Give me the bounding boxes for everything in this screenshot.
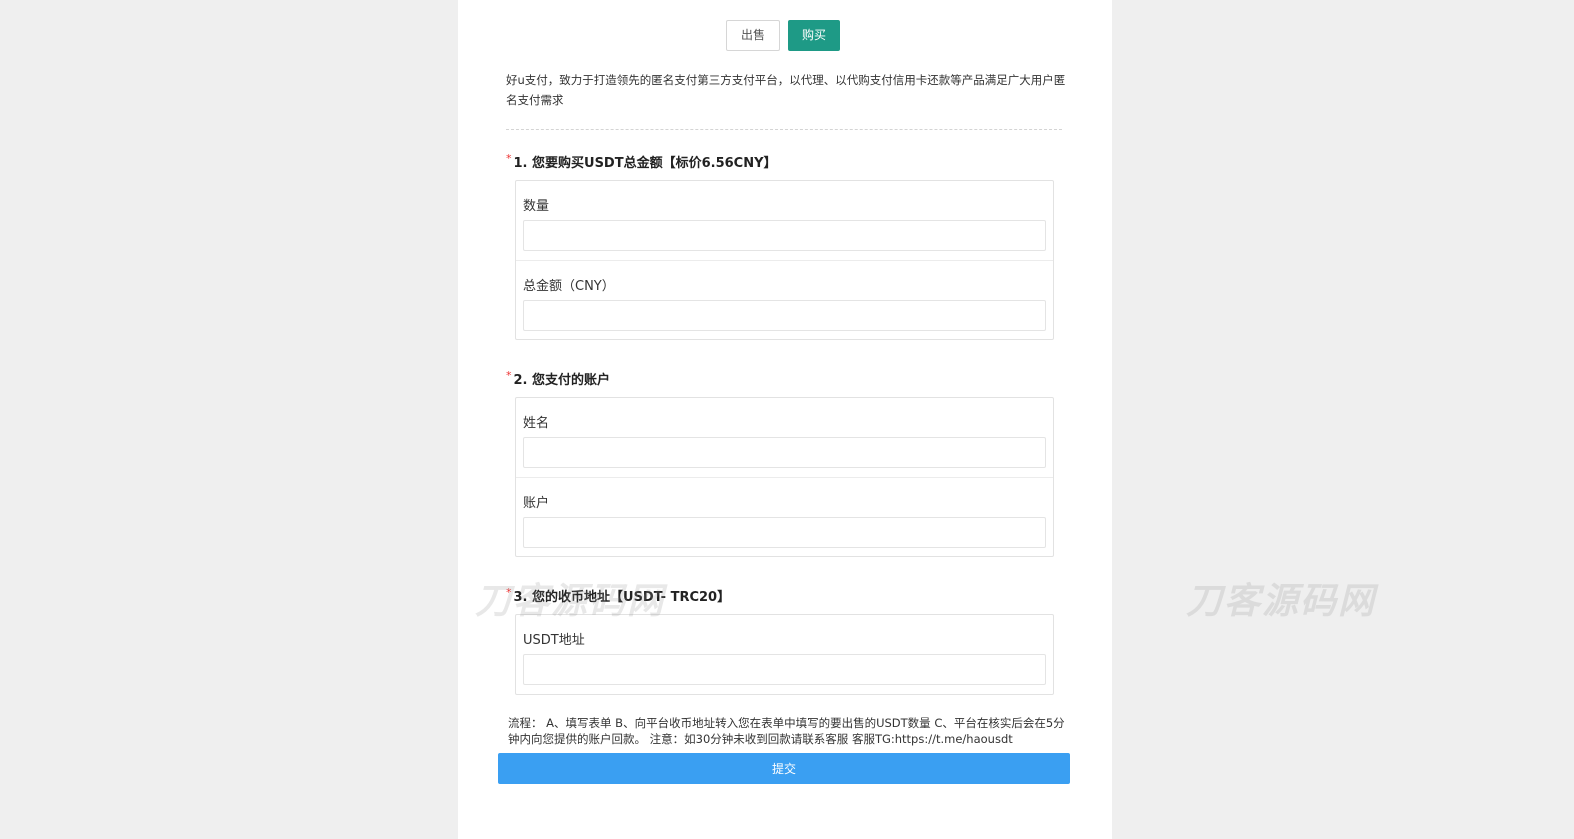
question-2-group: 姓名 账户 <box>515 397 1054 557</box>
tab-buy[interactable]: 购买 <box>788 20 840 51</box>
question-2-title: * 2. 您支付的账户 <box>506 369 610 388</box>
required-star: * <box>506 369 512 382</box>
question-3-title: * 3. 您的收币地址【USDT- TRC20】 <box>506 586 730 605</box>
account-input[interactable] <box>523 517 1046 548</box>
field-label: 总金额（CNY） <box>523 279 615 294</box>
field-usdt-address: USDT地址 <box>516 615 1053 694</box>
field-name: 姓名 <box>516 398 1053 477</box>
question-3-text: 3. 您的收币地址【USDT- TRC20】 <box>513 590 731 605</box>
field-total-amount: 总金额（CNY） <box>516 260 1053 339</box>
process-note: 流程： A、填写表单 B、向平台收币地址转入您在表单中填写的要出售的USDT数量… <box>508 716 1065 746</box>
submit-button[interactable]: 提交 <box>498 753 1070 784</box>
intro-text: 好u支付，致力于打造领先的匿名支付第三方支付平台，以代理、以代购支付信用卡还款等… <box>506 73 1066 107</box>
question-1-title: * 1. 您要购买USDT总金额【标价6.56CNY】 <box>506 152 777 171</box>
required-star: * <box>506 586 512 599</box>
name-input[interactable] <box>523 437 1046 468</box>
field-label: 账户 <box>523 496 550 511</box>
field-label: 数量 <box>523 199 550 214</box>
question-2-text: 2. 您支付的账户 <box>513 373 611 388</box>
watermark-text: 刀客源码网 <box>1186 581 1377 622</box>
field-account: 账户 <box>516 477 1053 556</box>
usdt-address-input[interactable] <box>523 654 1046 685</box>
field-quantity: 数量 <box>516 181 1053 260</box>
tab-sell[interactable]: 出售 <box>726 20 780 51</box>
question-1-text: 1. 您要购买USDT总金额【标价6.56CNY】 <box>513 156 777 171</box>
question-1-group: 数量 总金额（CNY） <box>515 180 1054 340</box>
required-star: * <box>506 152 512 165</box>
quantity-input[interactable] <box>523 220 1046 251</box>
field-label: USDT地址 <box>523 633 585 648</box>
divider <box>506 129 1062 130</box>
question-3-group: USDT地址 <box>515 614 1054 695</box>
total-amount-input[interactable] <box>523 300 1046 331</box>
form-page: 出售 购买 好u支付，致力于打造领先的匿名支付第三方支付平台，以代理、以代购支付… <box>458 0 1112 839</box>
trade-type-tabs: 出售 购买 <box>458 20 1112 51</box>
field-label: 姓名 <box>523 416 550 431</box>
